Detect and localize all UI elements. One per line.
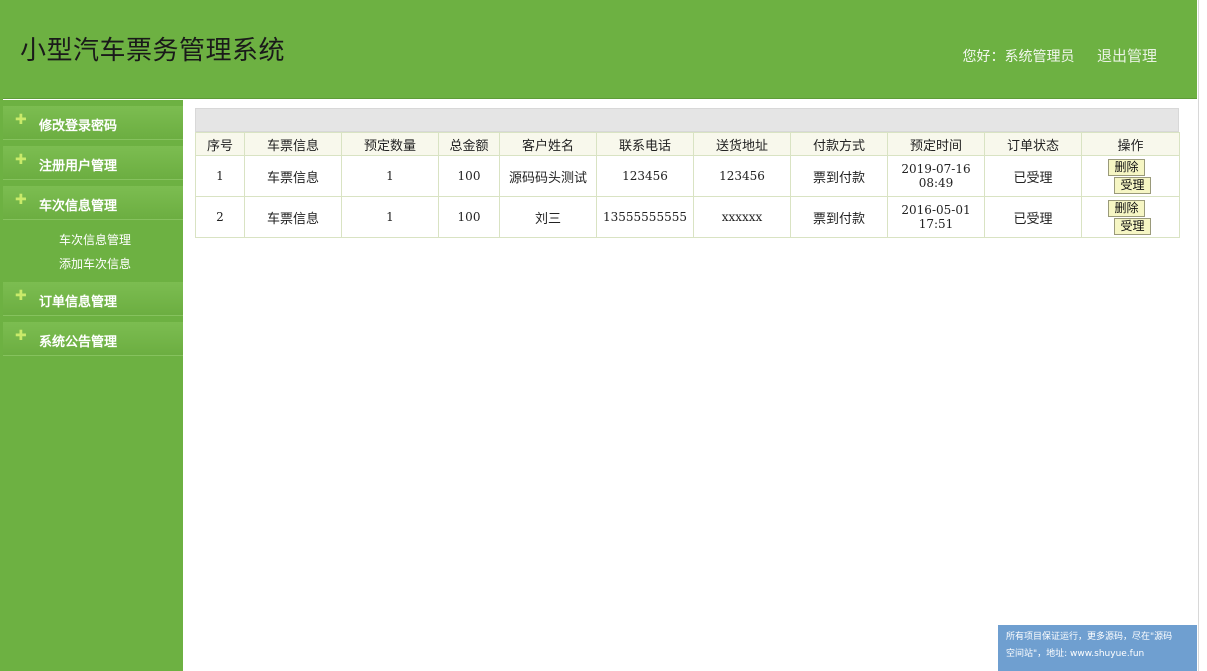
- cell-quantity: 1: [341, 155, 439, 197]
- sidebar-item-label: 订单信息管理: [39, 295, 118, 310]
- plus-icon: ✚: [15, 112, 27, 128]
- delete-button[interactable]: 删除: [1108, 199, 1145, 217]
- header: 小型汽车票务管理系统 您好：系统管理员 退出管理: [3, 0, 1197, 99]
- plus-icon: ✚: [15, 288, 27, 304]
- accept-button[interactable]: 受理: [1114, 176, 1151, 194]
- cell-quantity: 1: [341, 196, 439, 238]
- cell-no: 1: [195, 155, 245, 197]
- user-area: 您好：系统管理员 退出管理: [963, 45, 1157, 66]
- column-header: 总金额: [438, 132, 500, 156]
- cell-total: 100: [438, 196, 500, 238]
- column-header: 送货地址: [693, 132, 791, 156]
- cell-customer: 刘三: [499, 196, 597, 238]
- cell-customer: 源码码头测试: [499, 155, 597, 197]
- table-toolbar: [195, 108, 1179, 132]
- footer-line: 所有项目保证运行，更多源码，尽在"源码: [1006, 632, 1173, 642]
- sidebar-item-trip-management[interactable]: ✚ 车次信息管理: [3, 186, 183, 220]
- table-row: 1 车票信息 1 100 源码码头测试 123456 123456 票到付款 2…: [195, 155, 1180, 197]
- cell-no: 2: [195, 196, 245, 238]
- sidebar-item-label: 系统公告管理: [39, 335, 118, 350]
- column-header: 操作: [1081, 132, 1180, 156]
- cell-ticket-info: 车票信息: [244, 196, 342, 238]
- plus-icon: ✚: [15, 192, 27, 208]
- user-greeting: 您好：系统管理员: [962, 49, 1075, 65]
- column-header: 付款方式: [790, 132, 888, 156]
- plus-icon: ✚: [15, 152, 27, 168]
- orders-table: 序号 车票信息 预定数量 总金额 客户姓名 联系电话 送货地址 付款方式 预定时…: [195, 132, 1180, 238]
- column-header: 预定数量: [341, 132, 439, 156]
- sidebar: ✚ 修改登录密码 ✚ 注册用户管理 ✚ 车次信息管理 车次信息管理 添加车次信息…: [3, 100, 183, 671]
- sidebar-item-notice-management[interactable]: ✚ 系统公告管理: [3, 322, 183, 356]
- column-header: 车票信息: [244, 132, 342, 156]
- logout-link[interactable]: 退出管理: [1097, 47, 1157, 65]
- cell-address: xxxxxx: [693, 196, 791, 238]
- cell-time: 2016-05-01 17:51: [887, 196, 985, 238]
- cell-phone: 123456: [596, 155, 694, 197]
- trip-submenu: 车次信息管理 添加车次信息: [3, 220, 183, 282]
- column-header: 序号: [195, 132, 245, 156]
- column-header: 订单状态: [984, 132, 1082, 156]
- sidebar-item-label: 修改登录密码: [39, 119, 118, 134]
- cell-actions: 删除 受理: [1081, 196, 1180, 238]
- table-header-row: 序号 车票信息 预定数量 总金额 客户姓名 联系电话 送货地址 付款方式 预定时…: [195, 132, 1180, 156]
- cell-status: 已受理: [984, 155, 1082, 197]
- cell-time: 2019-07-16 08:49: [887, 155, 985, 197]
- column-header: 客户姓名: [499, 132, 597, 156]
- cell-address: 123456: [693, 155, 791, 197]
- submenu-item-trip-list[interactable]: 车次信息管理: [59, 230, 183, 254]
- footer-note: 所有项目保证运行，更多源码，尽在"源码 空间站"，地址: www.shuyue.…: [998, 625, 1197, 671]
- sidebar-item-order-management[interactable]: ✚ 订单信息管理: [3, 282, 183, 316]
- sidebar-item-change-password[interactable]: ✚ 修改登录密码: [3, 106, 183, 140]
- main-content: 序号 车票信息 预定数量 总金额 客户姓名 联系电话 送货地址 付款方式 预定时…: [195, 108, 1180, 238]
- cell-ticket-info: 车票信息: [244, 155, 342, 197]
- cell-payment: 票到付款: [790, 196, 888, 238]
- sidebar-item-user-management[interactable]: ✚ 注册用户管理: [3, 146, 183, 180]
- sidebar-item-label: 注册用户管理: [39, 159, 118, 174]
- column-header: 预定时间: [887, 132, 985, 156]
- table-row: 2 车票信息 1 100 刘三 13555555555 xxxxxx 票到付款 …: [195, 196, 1180, 238]
- submenu-item-add-trip[interactable]: 添加车次信息: [59, 254, 183, 278]
- sidebar-item-label: 车次信息管理: [39, 199, 118, 214]
- accept-button[interactable]: 受理: [1114, 217, 1151, 235]
- plus-icon: ✚: [15, 328, 27, 344]
- footer-line: 空间站"，地址: www.shuyue.fun: [1006, 649, 1145, 659]
- cell-phone: 13555555555: [596, 196, 694, 238]
- app-title: 小型汽车票务管理系统: [20, 36, 286, 66]
- delete-button[interactable]: 删除: [1108, 158, 1145, 176]
- cell-total: 100: [438, 155, 500, 197]
- cell-payment: 票到付款: [790, 155, 888, 197]
- cell-actions: 删除 受理: [1081, 155, 1180, 197]
- column-header: 联系电话: [596, 132, 694, 156]
- cell-status: 已受理: [984, 196, 1082, 238]
